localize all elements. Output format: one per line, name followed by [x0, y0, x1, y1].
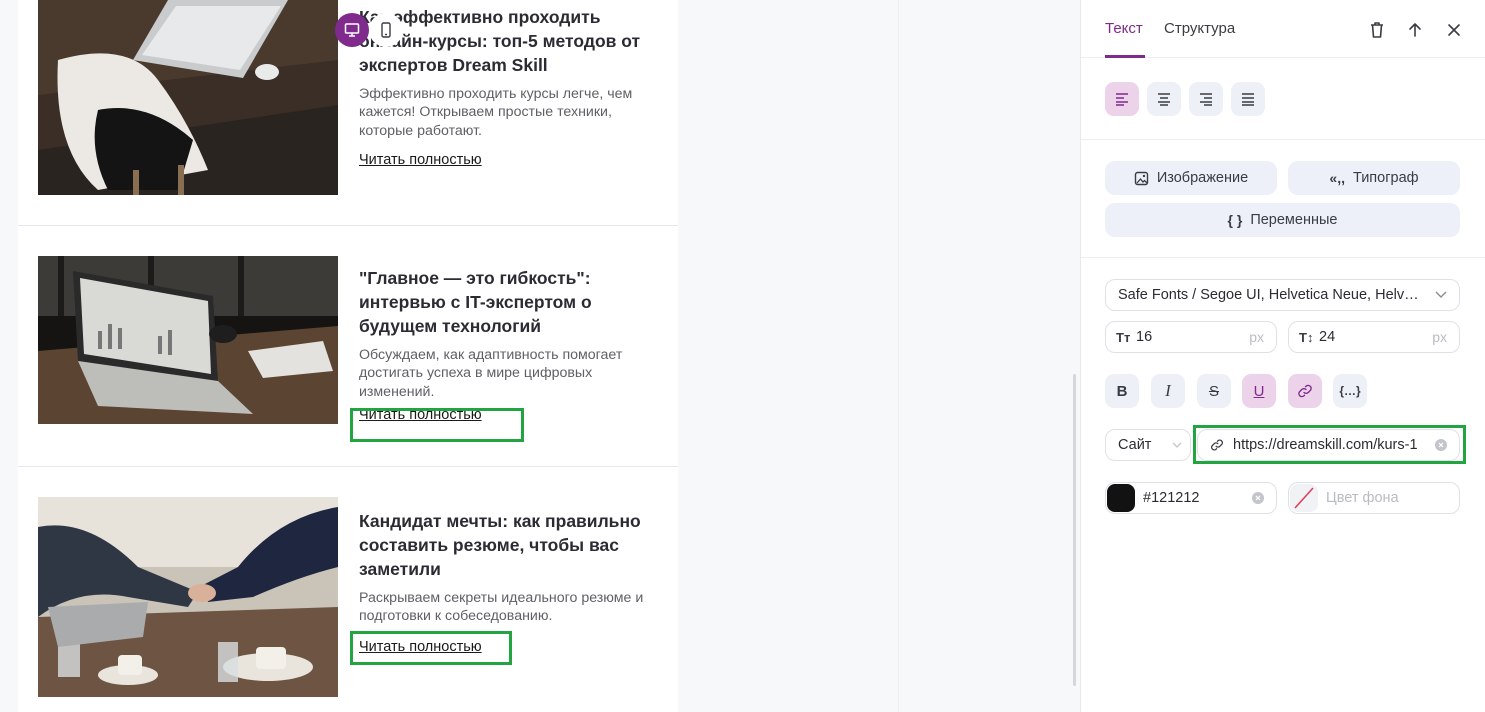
highlight-box: [1193, 425, 1466, 464]
insert-section: Изображение «,, Типограф { } Переменные: [1081, 140, 1485, 258]
link-type-select[interactable]: Сайт: [1105, 429, 1191, 461]
desktop-icon: [344, 23, 360, 37]
bold-icon: B: [1116, 382, 1128, 400]
color-swatch[interactable]: [1107, 484, 1135, 512]
article-image-3: [38, 497, 338, 697]
panel-tabs: Текст Структура: [1081, 0, 1485, 58]
article-excerpt: Обсуждаем, как адаптивность помогает дос…: [359, 347, 623, 400]
select-parent-button[interactable]: [1403, 18, 1427, 42]
image-button[interactable]: Изображение: [1105, 161, 1277, 195]
trash-icon: [1371, 22, 1383, 38]
bg-color-placeholder: Цвет фона: [1326, 490, 1399, 506]
align-left-icon: [1116, 93, 1128, 106]
article-card-2[interactable]: "Главное — это гибкость": интервью с IT-…: [18, 256, 678, 466]
italic-button[interactable]: I: [1151, 374, 1185, 408]
arrow-up-icon: [1409, 23, 1421, 37]
clear-icon[interactable]: [1252, 492, 1264, 504]
font-size-icon: Tт: [1116, 329, 1131, 345]
close-panel-button[interactable]: [1442, 18, 1466, 42]
font-family-select[interactable]: Safe Fonts / Segoe UI, Helvetica Neue, H…: [1105, 279, 1460, 311]
canvas-divider: [898, 0, 899, 712]
italic-icon: I: [1165, 381, 1171, 400]
highlight-box: [350, 631, 512, 665]
device-switch: [335, 13, 403, 47]
bg-color-input[interactable]: Цвет фона: [1288, 482, 1460, 514]
typograph-button[interactable]: «,, Типограф: [1288, 161, 1460, 195]
article-title: Как эффективно проходить онлайн-курсы: т…: [359, 7, 641, 75]
properties-panel: Текст Структура Изображение «,, Типограф…: [1080, 0, 1485, 712]
email-preview: Как эффективно проходить онлайн-курсы: т…: [18, 0, 678, 712]
image-button-label: Изображение: [1156, 170, 1249, 186]
variable-icon: {…}: [1339, 384, 1361, 398]
article-text-2: "Главное — это гибкость": интервью с IT-…: [359, 266, 659, 424]
link-icon: [1298, 384, 1312, 398]
article-image-2: [38, 256, 338, 424]
text-color-value: #121212: [1143, 490, 1200, 506]
strikethrough-icon: S: [1208, 382, 1219, 400]
align-justify-button[interactable]: [1231, 82, 1265, 116]
variable-button[interactable]: {…}: [1333, 374, 1367, 408]
align-left-button[interactable]: [1105, 82, 1139, 116]
chevron-down-icon: [1435, 291, 1447, 298]
article-title: Кандидат мечты: как правильно составить …: [359, 511, 641, 579]
underline-button[interactable]: U: [1242, 374, 1276, 408]
variables-button-label: Переменные: [1250, 212, 1338, 228]
read-more-link[interactable]: Читать полностью: [359, 152, 482, 168]
underline-icon: U: [1253, 382, 1265, 400]
article-text-1: Как эффективно проходить онлайн-курсы: т…: [359, 5, 659, 169]
close-icon: [1448, 24, 1460, 36]
link-button[interactable]: [1288, 374, 1322, 408]
font-size-value: 16: [1136, 329, 1153, 345]
delete-button[interactable]: [1365, 18, 1389, 42]
chevron-down-icon: [1172, 442, 1182, 448]
link-type-value: Сайт: [1118, 437, 1152, 453]
line-height-input[interactable]: T↕ 24 px: [1288, 321, 1460, 353]
mobile-icon: [381, 22, 391, 38]
align-center-button[interactable]: [1147, 82, 1181, 116]
variables-button[interactable]: { } Переменные: [1105, 203, 1460, 237]
no-color-icon: [1294, 487, 1314, 509]
article-excerpt: Раскрываем секреты идеального резюме и п…: [359, 590, 644, 625]
article-image-1: [38, 0, 338, 195]
tab-structure[interactable]: Структура: [1164, 20, 1235, 37]
article-excerpt: Эффективно проходить курсы легче, чем ка…: [359, 86, 633, 139]
font-family-value: Safe Fonts / Segoe UI, Helvetica Neue, H…: [1118, 287, 1423, 303]
alignment-section: [1081, 58, 1485, 140]
font-size-input[interactable]: Tт 16 px: [1105, 321, 1277, 353]
bold-button[interactable]: B: [1105, 374, 1139, 408]
align-center-icon: [1158, 93, 1170, 106]
quotes-icon: «,,: [1329, 170, 1345, 186]
highlight-box: [350, 408, 524, 442]
article-divider: [18, 466, 678, 467]
image-icon: [1134, 171, 1149, 185]
tab-text[interactable]: Текст: [1105, 20, 1143, 37]
article-title: "Главное — это гибкость": интервью с IT-…: [359, 268, 592, 336]
line-height-value: 24: [1319, 329, 1336, 345]
typograph-button-label: Типограф: [1352, 170, 1419, 186]
text-color-input[interactable]: #121212: [1105, 482, 1277, 514]
align-justify-icon: [1242, 93, 1254, 106]
align-right-icon: [1200, 93, 1212, 106]
braces-icon: { }: [1227, 212, 1243, 228]
desktop-view-button[interactable]: [335, 13, 369, 47]
article-card-3[interactable]: Кандидат мечты: как правильно составить …: [18, 497, 678, 712]
no-color-swatch[interactable]: [1290, 484, 1318, 512]
align-right-button[interactable]: [1189, 82, 1223, 116]
strikethrough-button[interactable]: S: [1197, 374, 1231, 408]
canvas-scrollbar[interactable]: [1073, 374, 1076, 686]
unit-label: px: [1432, 329, 1447, 345]
editor-canvas: Как эффективно проходить онлайн-курсы: т…: [0, 0, 1080, 712]
article-divider: [18, 225, 678, 226]
line-height-icon: T↕: [1299, 329, 1314, 345]
mobile-view-button[interactable]: [369, 13, 403, 47]
unit-label: px: [1249, 329, 1264, 345]
